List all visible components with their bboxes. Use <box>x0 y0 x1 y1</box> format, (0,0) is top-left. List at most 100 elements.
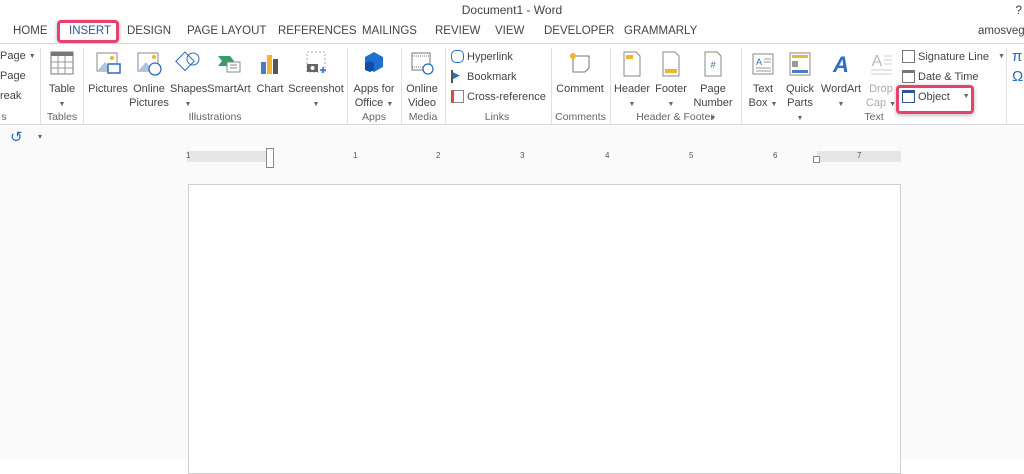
date-time-button[interactable]: Date & Time <box>902 70 979 83</box>
tab-view[interactable]: VIEW <box>495 25 524 37</box>
right-indent-marker[interactable] <box>813 156 820 163</box>
divider <box>40 48 41 124</box>
group-label-pages: s <box>1 111 7 123</box>
bookmark-button[interactable]: ▶ Bookmark <box>451 70 517 83</box>
smartart-button[interactable]: SmartArt <box>207 50 251 96</box>
object-button[interactable]: Object ▼ <box>902 90 970 103</box>
divider <box>445 48 446 124</box>
tab-page-layout[interactable]: PAGE LAYOUT <box>187 25 266 37</box>
group-label-links: Links <box>484 111 510 123</box>
chart-button[interactable]: Chart <box>254 50 286 96</box>
label: Header <box>613 83 651 95</box>
label: Screenshot <box>288 83 344 95</box>
comment-button[interactable]: Comment <box>555 50 605 96</box>
tab-grammarly[interactable]: GRAMMARLY <box>624 25 697 37</box>
chevron-down-icon: ▼ <box>28 52 36 60</box>
document-page[interactable] <box>188 184 901 474</box>
chevron-down-icon: ▼ <box>667 101 675 108</box>
cross-reference-button[interactable]: Cross-reference <box>451 90 546 103</box>
apps-for-office-icon <box>365 52 383 72</box>
chart-icon <box>261 55 278 74</box>
help-button[interactable]: ? <box>1015 3 1022 17</box>
shapes-button[interactable]: Shapes ▼ <box>170 50 208 112</box>
page-break-button[interactable]: reak <box>0 90 21 102</box>
signature-line-button[interactable]: Signature Line ▼ <box>902 50 1005 63</box>
equation-button[interactable]: π <box>1012 48 1022 65</box>
header-button[interactable]: Header ▼ <box>613 50 651 112</box>
footer-button[interactable]: Footer ▼ <box>652 50 690 112</box>
cross-reference-icon <box>451 90 464 103</box>
customize-quick-access-icon[interactable]: ▾ <box>38 132 42 141</box>
text-box-button[interactable]: A Text Box ▼ <box>746 50 780 112</box>
cover-page-button[interactable]: Page ▼ <box>0 50 36 62</box>
label: Bookmark <box>467 70 517 83</box>
label: Comment <box>556 83 604 95</box>
tab-review[interactable]: REVIEW <box>435 25 480 37</box>
tab-mailings[interactable]: MAILINGS <box>362 25 417 37</box>
chevron-down-icon: ▼ <box>962 93 970 100</box>
comment-icon <box>570 53 590 73</box>
header-icon <box>623 51 641 77</box>
bookmark-icon: ▶ <box>451 70 464 83</box>
divider <box>551 48 552 124</box>
label: Object <box>918 90 950 103</box>
ruler-number: 3 <box>520 151 525 160</box>
tab-home[interactable]: HOME <box>13 25 48 37</box>
label: Pictures <box>88 83 128 95</box>
label: Shapes <box>170 83 208 95</box>
chevron-down-icon: ▼ <box>312 101 320 108</box>
page-number-icon: # <box>704 51 722 77</box>
label: Online Video <box>406 83 438 109</box>
group-label-apps: Apps <box>362 111 386 123</box>
label: Signature Line <box>918 50 989 63</box>
divider <box>401 48 402 124</box>
pictures-button[interactable]: Pictures <box>88 50 128 96</box>
group-label-text: Text <box>864 111 884 123</box>
signature-line-icon <box>902 50 915 63</box>
tab-insert[interactable]: INSERT <box>69 25 111 37</box>
online-pictures-button[interactable]: Online Pictures <box>129 50 169 110</box>
label: Chart <box>256 83 284 95</box>
online-video-button[interactable]: Online Video <box>404 50 440 110</box>
chevron-down-icon: ▼ <box>770 101 778 108</box>
wordart-button[interactable]: A WordArt ▼ <box>819 50 863 112</box>
label: Footer <box>655 83 687 95</box>
tab-references[interactable]: REFERENCES <box>278 25 357 37</box>
indent-marker[interactable] <box>266 148 274 168</box>
chevron-down-icon: ▼ <box>184 101 192 108</box>
svg-text:#: # <box>710 60 715 70</box>
group-label-illustrations: Illustrations <box>188 111 242 123</box>
ruler-number: 6 <box>773 151 778 160</box>
label: Cross-reference <box>467 90 546 103</box>
label: Date & Time <box>918 70 979 83</box>
tab-design[interactable]: DESIGN <box>127 25 171 37</box>
online-video-icon <box>411 52 434 75</box>
online-pictures-icon <box>137 52 162 76</box>
table-button[interactable]: Table ▼ <box>44 50 80 112</box>
hyperlink-button[interactable]: Hyperlink <box>451 50 513 63</box>
apps-for-office-button[interactable]: Apps for Office ▼ <box>351 50 397 112</box>
divider <box>610 48 611 124</box>
user-name[interactable]: amosvegal <box>978 25 1024 37</box>
chevron-down-icon: ▼ <box>997 53 1005 60</box>
hyperlink-icon <box>451 50 464 63</box>
ruler-number: 4 <box>605 151 610 160</box>
divider <box>347 48 348 124</box>
pictures-icon <box>96 52 121 74</box>
drop-cap-button[interactable]: A Drop Cap ▼ <box>865 50 897 112</box>
chevron-down-icon: ▼ <box>58 101 66 108</box>
divider <box>83 48 84 124</box>
screenshot-icon <box>306 51 326 73</box>
blank-page-button[interactable]: Page <box>0 70 26 82</box>
footer-icon <box>662 51 680 77</box>
label: Quick Parts <box>785 83 815 109</box>
svg-text:A: A <box>872 53 883 70</box>
ruler-number: 7 <box>857 151 862 160</box>
tab-developer[interactable]: DEVELOPER <box>544 25 614 37</box>
group-label-tables: Tables <box>46 111 78 123</box>
symbol-button[interactable]: Ω <box>1012 68 1023 85</box>
label: Text Box <box>748 83 774 109</box>
label: SmartArt <box>207 83 251 95</box>
screenshot-button[interactable]: Screenshot ▼ <box>288 50 344 112</box>
redo-icon[interactable]: ↺ <box>10 128 23 146</box>
